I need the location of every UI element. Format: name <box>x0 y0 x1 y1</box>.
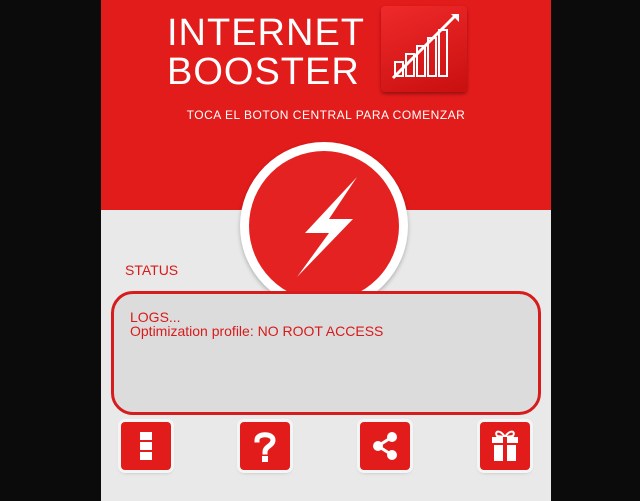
boost-button-face <box>249 151 399 301</box>
signal-bars-boost-icon <box>381 6 467 92</box>
share-icon <box>373 432 397 460</box>
logs-panel: LOGS... Optimization profile: NO ROOT AC… <box>111 291 541 415</box>
gift-icon <box>492 430 518 461</box>
share-button[interactable] <box>360 422 410 470</box>
boost-button[interactable] <box>240 142 408 310</box>
gift-button[interactable] <box>480 422 530 470</box>
menu-button[interactable] <box>121 422 171 470</box>
app-title: INTERNET BOOSTER <box>167 14 377 92</box>
menu-icon <box>140 432 152 460</box>
instruction-subtitle: TOCA EL BOTON CENTRAL PARA COMENZAR <box>186 108 466 122</box>
help-button[interactable] <box>240 422 290 470</box>
status-label: STATUS <box>125 262 179 278</box>
logs-line: Optimization profile: NO ROOT ACCESS <box>130 323 384 339</box>
help-question-icon <box>254 432 276 462</box>
lightning-bolt-icon <box>297 177 357 277</box>
app-title-line1: INTERNET <box>167 12 365 54</box>
app-screen: INTERNET BOOSTER TOCA EL BOTON CENTRAL P… <box>101 0 551 501</box>
app-title-line2: BOOSTER <box>167 51 360 93</box>
